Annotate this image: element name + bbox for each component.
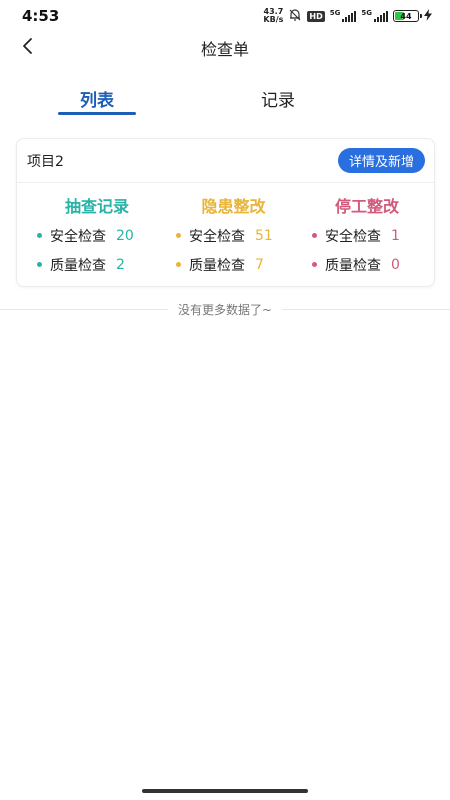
tab-bar: 列表 记录 (0, 80, 450, 120)
bullet-dot-icon (37, 262, 42, 267)
bell-muted-icon (288, 8, 302, 25)
stat-column-spot-check: 抽查记录 安全检查 20 质量检查 2 (37, 193, 157, 279)
tab-list[interactable]: 列表 (58, 80, 136, 116)
stat-label: 安全检查 (325, 228, 381, 245)
bullet-dot-icon (312, 262, 317, 267)
stat-title: 停工整改 (334, 197, 399, 216)
stat-label: 质量检查 (50, 257, 106, 274)
bullet-dot-icon (37, 233, 42, 238)
stat-label: 安全检查 (189, 228, 245, 245)
signal-label: 5G (361, 9, 372, 17)
no-more-data-text: 没有更多数据了~ (177, 302, 273, 317)
hd-badge: HD (307, 10, 325, 22)
stat-label: 安全检查 (50, 228, 106, 245)
no-more-data-divider: 没有更多数据了~ (0, 300, 450, 318)
bullet-dot-icon (312, 233, 317, 238)
stat-value: 20 (116, 227, 134, 244)
bullet-dot-icon (176, 262, 181, 267)
divider-line (282, 308, 450, 310)
home-indicator[interactable] (142, 789, 308, 793)
signal-icon: 5G (330, 10, 357, 22)
stat-row: 安全检查 20 (37, 221, 157, 250)
status-bar: 4:53 43.7 KB/s HD 5G 5G 44 (0, 0, 450, 32)
card-header: 项目2 详情及新增 (17, 139, 434, 183)
bullet-dot-icon (176, 233, 181, 238)
stat-column-shutdown-rectification: 停工整改 安全检查 1 质量检查 0 (312, 193, 422, 279)
page-title: 检查单 (200, 40, 249, 59)
network-speed-unit: KB/s (263, 15, 284, 24)
stat-title: 隐患整改 (201, 197, 266, 216)
project-card[interactable]: 项目2 详情及新增 抽查记录 安全检查 20 质量检查 2 隐患整改 安全检查 (16, 138, 435, 287)
stat-value: 7 (255, 256, 264, 273)
network-speed: 43.7 KB/s (263, 8, 283, 24)
stat-value: 2 (116, 256, 125, 273)
stat-row: 质量检查 0 (312, 250, 422, 279)
stat-column-hazard-rectification: 隐患整改 安全检查 51 质量检查 7 (176, 193, 291, 279)
signal-icon: 5G (361, 10, 388, 22)
stat-label: 质量检查 (189, 257, 245, 274)
project-name: 项目2 (27, 154, 64, 170)
stat-value: 1 (391, 227, 400, 244)
charging-icon (424, 8, 432, 24)
stat-row: 安全检查 51 (176, 221, 291, 250)
stat-row: 安全检查 1 (312, 221, 422, 250)
stat-value: 0 (391, 256, 400, 273)
tab-active-indicator (58, 112, 136, 115)
detail-and-add-button[interactable]: 详情及新增 (337, 148, 425, 173)
status-icons: 43.7 KB/s HD 5G 5G 44 (263, 8, 432, 25)
stat-row: 质量检查 7 (176, 250, 291, 279)
stat-value: 51 (255, 227, 273, 244)
signal-label: 5G (329, 9, 341, 17)
divider-line (0, 308, 168, 310)
battery-level: 44 (400, 11, 412, 21)
nav-bar: 检查单 (0, 32, 450, 60)
screen: 4:53 43.7 KB/s HD 5G 5G 44 检查单 列表 记录 项目2… (0, 0, 450, 800)
stat-label: 质量检查 (325, 257, 381, 274)
battery-icon: 44 (393, 10, 422, 22)
status-time: 4:53 (22, 7, 60, 25)
tab-record[interactable]: 记录 (238, 80, 318, 116)
stat-row: 质量检查 2 (37, 250, 157, 279)
stat-title: 抽查记录 (64, 197, 129, 216)
